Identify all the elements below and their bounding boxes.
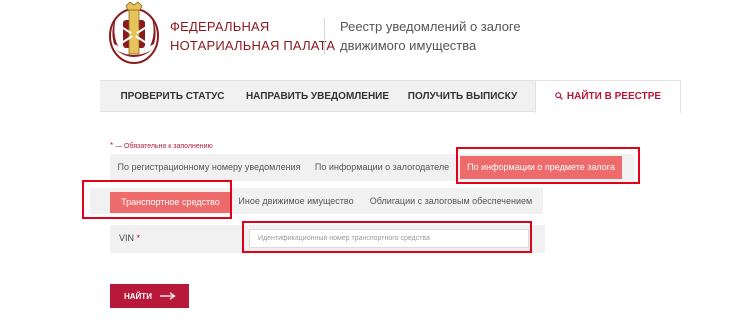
nav-check-status[interactable]: ПРОВЕРИТЬ СТАТУС bbox=[100, 81, 245, 112]
main-nav: ПРОВЕРИТЬ СТАТУС НАПРАВИТЬ УВЕДОМЛЕНИЕ П… bbox=[100, 80, 681, 113]
find-button[interactable]: НАЙТИ bbox=[110, 284, 189, 308]
tab-vehicle[interactable]: Транспортное средство bbox=[110, 192, 231, 213]
search-icon bbox=[555, 92, 563, 100]
property-type-tabs: Транспортное средство Иное движимое имущ… bbox=[90, 188, 543, 214]
registry-title-line1: Реестр уведомлений о залоге bbox=[340, 19, 521, 34]
org-name-line1: ФЕДЕРАЛЬНАЯ bbox=[170, 19, 270, 34]
organization-name: ФЕДЕРАЛЬНАЯ НОТАРИАЛЬНАЯ ПАЛАТА bbox=[170, 17, 335, 55]
tab-by-pledgor-info[interactable]: По информации о залогодателе bbox=[308, 154, 456, 181]
notary-emblem-logo[interactable] bbox=[108, 0, 160, 66]
nav-send-notification[interactable]: НАПРАВИТЬ УВЕДОМЛЕНИЕ bbox=[245, 81, 390, 112]
tab-other-movable-property[interactable]: Иное движимое имущество bbox=[236, 188, 356, 214]
vin-label: VIN * bbox=[119, 225, 140, 251]
find-button-label: НАЙТИ bbox=[124, 291, 152, 301]
tab-secured-bonds[interactable]: Облигации с залоговым обеспечением bbox=[366, 188, 536, 214]
registry-title-line2: движимого имущества bbox=[340, 38, 477, 53]
vin-row: VIN * bbox=[110, 225, 545, 253]
arrow-right-icon bbox=[160, 292, 176, 300]
required-note-text: — Обязательно к заполнению bbox=[115, 143, 213, 150]
header-divider bbox=[324, 18, 325, 54]
nav-find-in-registry-label: НАЙТИ В РЕЕСТРЕ bbox=[566, 91, 662, 102]
tab-by-registration-number[interactable]: По регистрационному номеру уведомления bbox=[110, 154, 308, 181]
nav-find-in-registry[interactable]: НАЙТИ В РЕЕСТРЕ bbox=[535, 81, 681, 113]
registry-title: Реестр уведомлений о залоге движимого им… bbox=[340, 17, 521, 55]
vin-label-text: VIN bbox=[119, 233, 135, 243]
search-type-tabs: По регистрационному номеру уведомления П… bbox=[110, 154, 634, 181]
required-star: * bbox=[110, 141, 114, 150]
tab-by-pledge-subject[interactable]: По информации о предмете залога bbox=[460, 156, 622, 179]
vin-required-star: * bbox=[136, 233, 141, 243]
vin-input[interactable] bbox=[249, 229, 529, 248]
org-name-line2: НОТАРИАЛЬНАЯ ПАЛАТА bbox=[170, 38, 336, 53]
nav-get-extract[interactable]: ПОЛУЧИТЬ ВЫПИСКУ bbox=[390, 81, 535, 112]
required-note: * — Обязательно к заполнению bbox=[110, 141, 213, 150]
